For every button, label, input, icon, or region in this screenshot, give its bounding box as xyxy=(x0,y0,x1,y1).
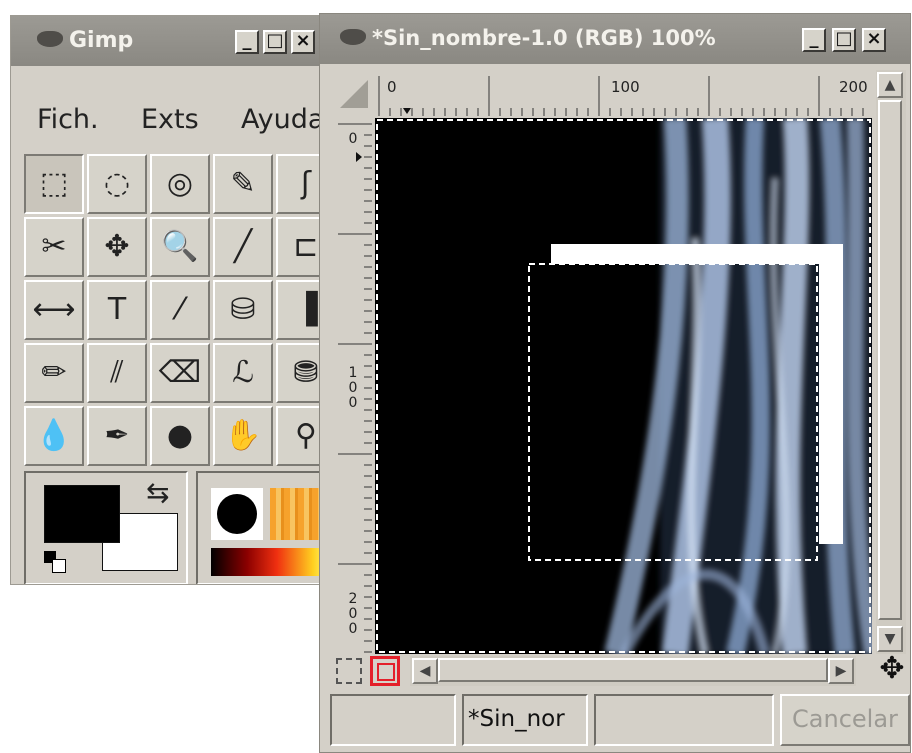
ink-tool[interactable]: ✒ xyxy=(87,406,147,466)
rect-select-tool[interactable]: ⬚ xyxy=(24,154,84,214)
image-title: *Sin_nombre-1.0 (RGB) 100% xyxy=(372,26,716,50)
crop-icon: ⊏ xyxy=(293,229,319,264)
color-picker-icon: ⁄ xyxy=(177,292,183,327)
paintbrush-tool[interactable]: ⫽ xyxy=(87,343,147,403)
blur-icon: 💧 xyxy=(35,418,73,453)
flip-tool[interactable]: ⟷ xyxy=(24,280,84,340)
ruler-corner-menu-button[interactable] xyxy=(334,70,374,118)
zoom-tool[interactable]: 🔍 xyxy=(150,217,210,277)
image-canvas[interactable] xyxy=(375,118,872,654)
horizontal-ruler[interactable]: 0 100 200 xyxy=(375,70,872,118)
scissors-icon: ✂ xyxy=(41,229,67,264)
minimize-icon[interactable]: _ xyxy=(802,28,826,52)
white-layer-right-edge xyxy=(819,244,843,544)
paintbrush-icon: ⫽ xyxy=(110,355,124,390)
text-tool[interactable]: T xyxy=(87,280,147,340)
fuzzy-select-icon: ✎ xyxy=(230,166,256,201)
image-window: *Sin_nombre-1.0 (RGB) 100% _ □ × 0 100 2… xyxy=(319,13,911,753)
pencil-icon: ✏ xyxy=(41,355,67,390)
status-field-progress xyxy=(594,694,774,746)
vertical-ruler[interactable]: 0 100 200 xyxy=(334,118,374,654)
cancel-button[interactable]: Cancelar xyxy=(780,694,910,746)
color-picker-tool[interactable]: ⁄ xyxy=(150,280,210,340)
navigate-move-icon[interactable]: ✥ xyxy=(876,654,908,686)
dodge-burn-tool[interactable]: ● xyxy=(150,406,210,466)
status-bar: *Sin_nor Cancelar xyxy=(330,694,910,750)
menu-extensions[interactable]: Exts xyxy=(141,104,199,135)
gimp-logo-icon xyxy=(340,29,366,45)
rect-select-icon: ⬚ xyxy=(39,166,69,201)
menu-help[interactable]: Ayuda xyxy=(241,104,324,135)
ellipse-select-tool[interactable]: ◌ xyxy=(87,154,147,214)
default-colors-icon[interactable] xyxy=(44,551,66,573)
pencil-tool[interactable]: ✏ xyxy=(24,343,84,403)
gimp-logo-icon xyxy=(37,31,63,47)
free-select-icon: ◎ xyxy=(166,166,194,201)
bezier-select-icon: ʃ xyxy=(300,166,312,201)
hruler-label-100: 100 xyxy=(611,78,640,96)
toolbox-window: Gimp _ □ × Fich. Exts Ayuda ⬚ ◌ ◎ ✎ ʃ ✂ ✥ 🔍 ╱ ⊏ ⟷ T… xyxy=(10,15,328,585)
horizontal-scrollbar[interactable]: ◀ ▶ xyxy=(410,656,856,686)
vertical-scrollbar[interactable]: ▲ ▼ xyxy=(876,70,906,654)
vruler-label-100: 100 xyxy=(348,365,358,411)
foreground-color-swatch[interactable] xyxy=(44,485,120,543)
vertical-scroll-thumb[interactable] xyxy=(878,100,902,620)
toolbox-menubar: Fich. Exts Ayuda xyxy=(11,66,327,150)
hruler-label-0: 0 xyxy=(387,78,397,96)
clone-icon: ⛃ xyxy=(293,355,319,390)
move-tool[interactable]: ✥ xyxy=(87,217,147,277)
maximize-icon[interactable]: □ xyxy=(263,30,287,54)
ink-icon: ✒ xyxy=(104,418,130,453)
fuzzy-select-tool[interactable]: ✎ xyxy=(213,154,273,214)
gradient-preview[interactable] xyxy=(211,548,327,576)
scroll-down-arrow-icon[interactable]: ▼ xyxy=(877,626,903,652)
airbrush-icon: ℒ xyxy=(232,355,254,390)
scroll-left-arrow-icon[interactable]: ◀ xyxy=(412,658,438,684)
quick-mask-off-icon[interactable] xyxy=(336,658,362,684)
toolbox-title: Gimp xyxy=(69,28,134,53)
close-icon[interactable]: × xyxy=(862,28,886,52)
smudge-tool[interactable]: ✋ xyxy=(213,406,273,466)
blur-tool[interactable]: 💧 xyxy=(24,406,84,466)
scroll-up-arrow-icon[interactable]: ▲ xyxy=(877,72,903,98)
minimize-icon[interactable]: _ xyxy=(235,30,259,54)
zoom-icon: 🔍 xyxy=(161,229,199,264)
blend-icon: ▐ xyxy=(294,292,318,327)
bucket-fill-icon: ⛁ xyxy=(230,292,256,327)
swap-colors-icon[interactable]: ⇆ xyxy=(146,476,169,509)
vruler-label-200: 200 xyxy=(348,591,358,637)
eraser-tool[interactable]: ⌫ xyxy=(150,343,210,403)
toolbox-titlebar[interactable]: Gimp _ □ × xyxy=(11,16,327,66)
measure-compass-icon: ⚲ xyxy=(295,418,317,453)
eraser-icon: ⌫ xyxy=(158,355,202,390)
measure-tool[interactable]: ╱ xyxy=(213,217,273,277)
dodge-burn-icon: ● xyxy=(166,418,194,453)
horizontal-scroll-thumb[interactable] xyxy=(438,658,828,682)
white-layer-top-edge xyxy=(551,244,843,264)
brush-preview[interactable] xyxy=(211,488,263,540)
color-area: ⇆ xyxy=(24,471,188,584)
move-icon: ✥ xyxy=(104,229,130,264)
hruler-label-200: 200 xyxy=(839,78,868,96)
free-select-tool[interactable]: ◎ xyxy=(150,154,210,214)
airbrush-tool[interactable]: ℒ xyxy=(213,343,273,403)
bucket-fill-tool[interactable]: ⛁ xyxy=(213,280,273,340)
quick-mask-on-icon[interactable] xyxy=(370,656,400,686)
ellipse-select-icon: ◌ xyxy=(103,166,131,201)
text-icon: T xyxy=(107,292,127,327)
brush-pattern-gradient-area xyxy=(196,471,327,584)
measure-icon: ╱ xyxy=(233,229,253,264)
flip-icon: ⟷ xyxy=(32,292,76,327)
vruler-label-0: 0 xyxy=(348,131,358,147)
image-titlebar[interactable]: *Sin_nombre-1.0 (RGB) 100% _ □ × xyxy=(320,14,910,64)
smudge-icon: ✋ xyxy=(224,418,262,453)
scissors-tool[interactable]: ✂ xyxy=(24,217,84,277)
status-field-pointer xyxy=(330,694,456,746)
status-field-image: *Sin_nor xyxy=(462,694,588,746)
maximize-icon[interactable]: □ xyxy=(832,28,856,52)
menu-file[interactable]: Fich. xyxy=(37,104,99,135)
close-icon[interactable]: × xyxy=(291,30,315,54)
scroll-right-arrow-icon[interactable]: ▶ xyxy=(828,658,854,684)
